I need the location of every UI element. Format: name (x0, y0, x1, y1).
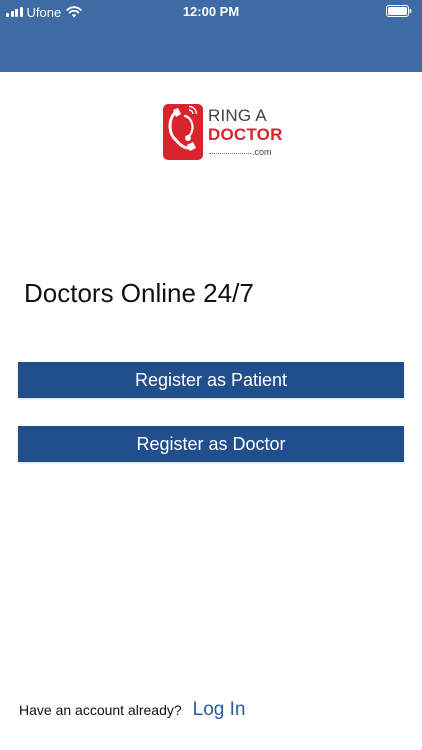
stethoscope-phone-icon (163, 104, 203, 160)
logo-text-com: .com (252, 147, 272, 157)
logo-text-ring-a: RING A (208, 106, 267, 125)
logo-divider (209, 153, 251, 154)
register-patient-button[interactable]: Register as Patient (18, 362, 404, 398)
top-bar: Ufone 12:00 PM (0, 0, 422, 72)
status-bar: Ufone 12:00 PM (0, 0, 422, 24)
page-headline: Doctors Online 24/7 (24, 278, 254, 308)
register-doctor-button[interactable]: Register as Doctor (18, 426, 404, 462)
logo-text-doctor: DOCTOR (208, 125, 283, 144)
brand-logo: RING A DOCTOR .com (163, 104, 282, 160)
clock: 12:00 PM (182, 4, 240, 19)
login-prompt: Have an account already? (19, 702, 182, 718)
app-screen: Ufone 12:00 PM RING A DOCTOR .com Doctor… (0, 0, 422, 750)
battery-icon (386, 5, 412, 17)
login-link[interactable]: Log In (193, 699, 246, 721)
login-footer: Have an account already? Log In (19, 696, 246, 724)
